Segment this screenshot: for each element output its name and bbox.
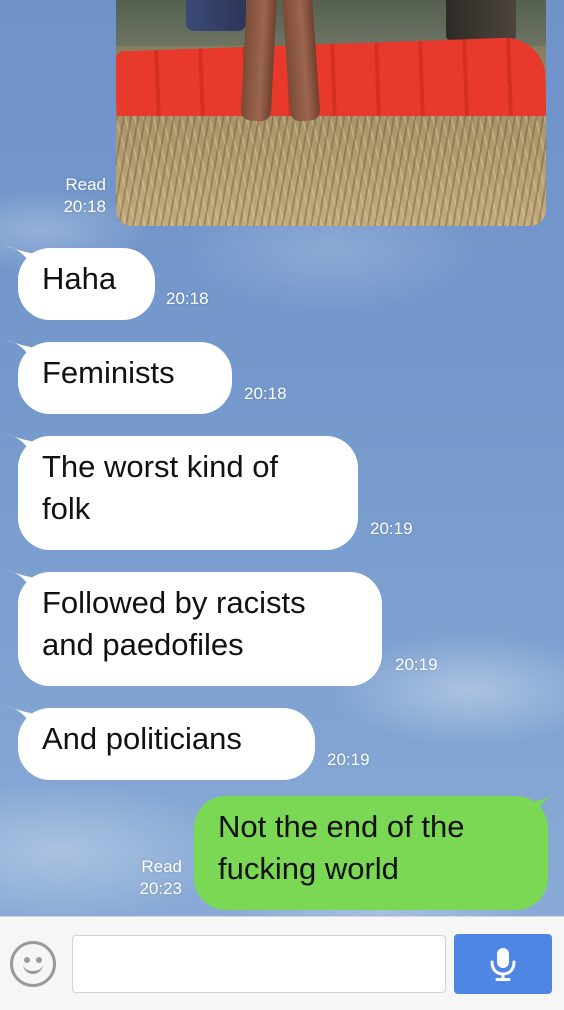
- photo-figure: [446, 0, 516, 41]
- message-text-line: fucking world: [218, 851, 399, 886]
- message-text: Haha: [42, 261, 117, 296]
- message-time: 20:19: [395, 655, 438, 674]
- message-bubble[interactable]: Haha: [18, 248, 155, 320]
- message-bubble[interactable]: The worst kind of folk: [18, 436, 358, 550]
- photo-figure: [186, 0, 246, 31]
- smiley-icon[interactable]: [10, 941, 56, 987]
- message-input[interactable]: [72, 935, 446, 993]
- message-bubble[interactable]: Followed by racists and paedofiles: [18, 572, 382, 686]
- message-time: 20:19: [327, 750, 370, 769]
- message-text-line: Not the end of the: [218, 809, 465, 844]
- photo-message-meta: Read 20:18: [40, 174, 106, 218]
- message-text-line: and paedofiles: [42, 627, 244, 662]
- message-time: 20:18: [244, 384, 287, 403]
- message-time: 20:18: [166, 289, 209, 308]
- message-text-line: The worst kind of: [42, 449, 279, 484]
- microphone-icon: [490, 948, 516, 981]
- read-status: Read: [141, 857, 182, 876]
- photo-message[interactable]: [116, 0, 546, 226]
- message-bubble-outgoing[interactable]: Not the end of the fucking world: [194, 796, 548, 910]
- photo-grass: [116, 116, 546, 226]
- message-text: And politicians: [42, 721, 242, 756]
- message-bubble[interactable]: And politicians: [18, 708, 315, 780]
- message-bubble[interactable]: Feminists: [18, 342, 232, 414]
- photo-person-legs: [240, 0, 324, 126]
- message-text-line: Followed by racists: [42, 585, 306, 620]
- message-time: 20:19: [370, 519, 413, 538]
- message-text: Feminists: [42, 355, 175, 390]
- message-text-line: folk: [42, 491, 91, 526]
- outgoing-message-meta: Read 20:23: [114, 856, 182, 900]
- read-status: Read: [65, 175, 106, 194]
- message-input-bar: [0, 916, 564, 1010]
- message-time: 20:18: [63, 197, 106, 216]
- message-time: 20:23: [139, 879, 182, 898]
- voice-message-button[interactable]: [454, 934, 552, 994]
